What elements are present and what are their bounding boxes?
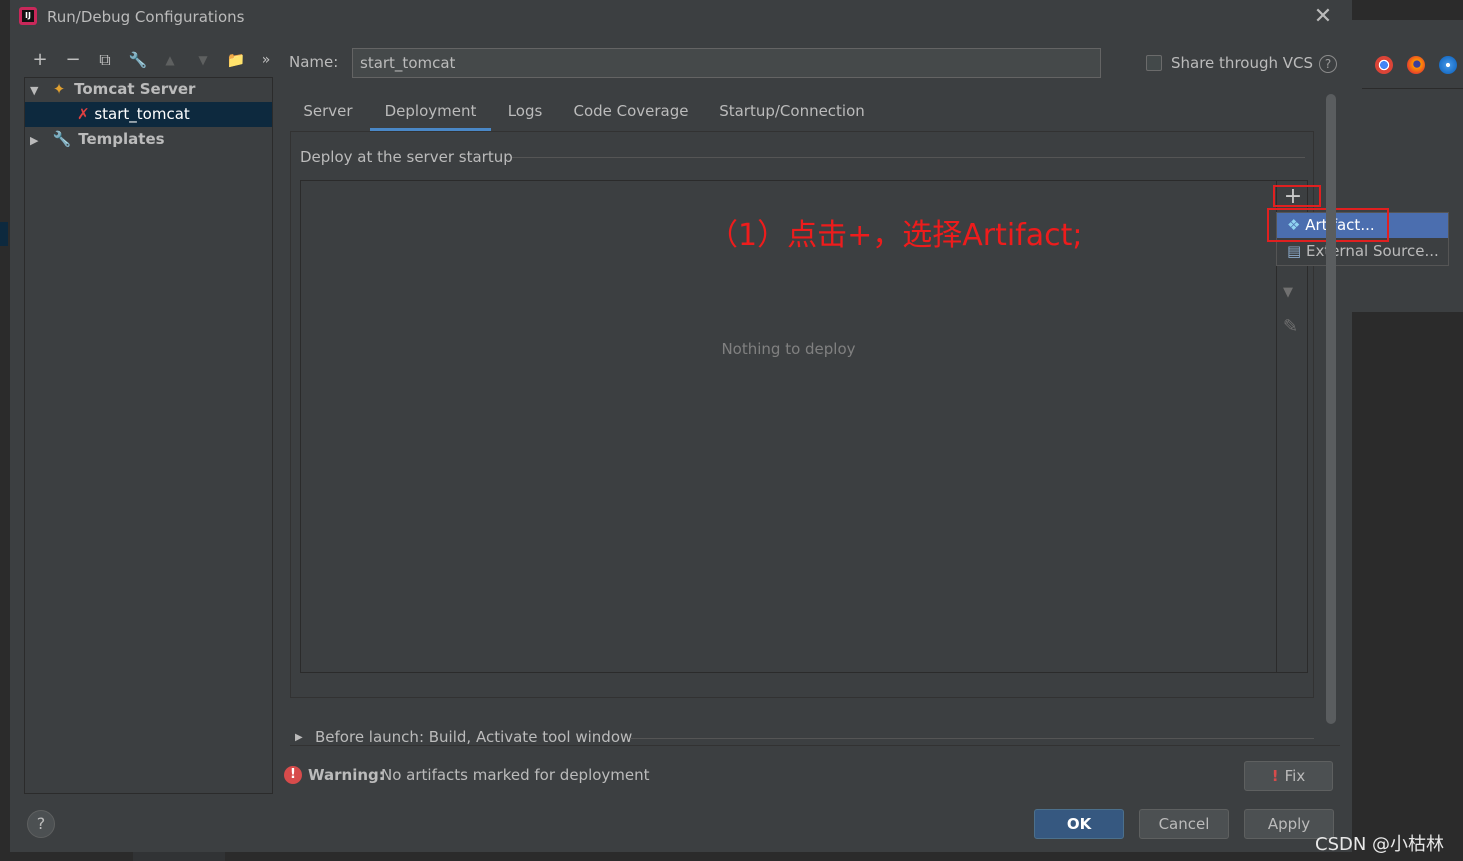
tree-item-label: Templates <box>78 130 165 148</box>
ide-background-top <box>1352 0 1463 20</box>
move-up-icon[interactable]: ▲ <box>158 48 182 72</box>
ok-button[interactable]: OK <box>1034 809 1124 839</box>
tree-item-templates[interactable]: ▶ 🔧 Templates <box>25 127 272 152</box>
fix-button[interactable]: ! Fix <box>1244 761 1333 791</box>
annotation-box-plus <box>1273 185 1321 207</box>
more-icon[interactable]: » <box>254 48 278 72</box>
tab-startup-connection[interactable]: Startup/Connection <box>712 100 872 130</box>
panel-clip <box>290 745 1340 752</box>
remove-config-button[interactable]: − <box>61 48 85 72</box>
help-icon[interactable]: ? <box>1319 55 1337 73</box>
active-tab-indicator <box>370 128 491 131</box>
name-label: Name: <box>289 53 339 71</box>
watermark: CSDN @小枯林 <box>1315 834 1445 855</box>
warning-message: No artifacts marked for deployment <box>381 766 650 784</box>
tree-item-tomcat-server[interactable]: ▼ ✦ Tomcat Server <box>25 77 272 102</box>
tree-item-start-tomcat[interactable]: ✗ start_tomcat <box>25 102 272 127</box>
expand-right-icon[interactable]: ▶ <box>30 128 44 153</box>
copy-config-button[interactable]: ⧉ <box>93 48 117 72</box>
dialog-title: Run/Debug Configurations <box>47 8 245 26</box>
fix-button-label: Fix <box>1284 767 1306 785</box>
tomcat-config-icon: ✗ <box>77 105 90 123</box>
warning-title: Warning: <box>308 766 385 784</box>
section-title: Deploy at the server startup <box>300 148 513 166</box>
ide-background-lower <box>1352 312 1463 861</box>
before-launch-divider <box>630 738 1314 739</box>
wrench-icon: 🔧 <box>52 130 72 148</box>
scrollbar[interactable] <box>1326 94 1336 724</box>
edit-pencil-icon[interactable]: ✎ <box>1283 316 1298 337</box>
tree-item-label: start_tomcat <box>94 105 190 123</box>
expand-down-icon[interactable]: ▼ <box>30 78 44 103</box>
tree-item-label: Tomcat Server <box>74 80 196 98</box>
close-icon[interactable]: ✕ <box>1312 6 1334 28</box>
error-icon: ! <box>1271 767 1279 785</box>
cancel-button[interactable]: Cancel <box>1139 809 1229 839</box>
tab-server[interactable]: Server <box>298 100 358 130</box>
warning-icon: ! <box>284 766 302 784</box>
before-launch-label[interactable]: Before launch: Build, Activate tool wind… <box>315 728 632 746</box>
name-input[interactable] <box>352 48 1101 78</box>
move-down-icon[interactable]: ▼ <box>191 48 215 72</box>
section-divider <box>512 157 1305 158</box>
tab-code-coverage[interactable]: Code Coverage <box>566 100 696 130</box>
share-vcs-checkbox[interactable] <box>1146 55 1162 71</box>
add-config-button[interactable]: + <box>28 48 52 72</box>
help-button[interactable]: ? <box>27 810 55 838</box>
share-vcs-label[interactable]: Share through VCS <box>1171 54 1313 72</box>
intellij-logo-text: IJ <box>22 10 34 22</box>
safari-icon[interactable] <box>1439 56 1457 74</box>
menu-item-external-source[interactable]: ▤ External Source... <box>1287 239 1439 264</box>
ide-background-bottom-segment <box>133 852 225 861</box>
tab-deployment[interactable]: Deployment <box>370 100 491 130</box>
external-source-icon: ▤ <box>1287 242 1302 260</box>
tomcat-icon: ✦ <box>52 80 66 98</box>
config-tree <box>24 77 273 794</box>
expand-right-icon[interactable]: ▶ <box>295 732 303 743</box>
folder-icon[interactable]: 📁 <box>224 48 248 72</box>
annotation-text: （1）点击+，选择Artifact; <box>708 218 1083 253</box>
edit-defaults-wrench-icon[interactable]: 🔧 <box>126 48 150 72</box>
empty-list-text: Nothing to deploy <box>721 340 856 358</box>
firefox-icon[interactable] <box>1407 56 1425 74</box>
tab-logs[interactable]: Logs <box>500 100 550 130</box>
chrome-icon[interactable] <box>1375 56 1393 74</box>
move-down-arrow-icon[interactable]: ▼ <box>1283 285 1293 300</box>
ide-selection-mark <box>0 222 8 246</box>
ide-background-left <box>0 0 10 861</box>
